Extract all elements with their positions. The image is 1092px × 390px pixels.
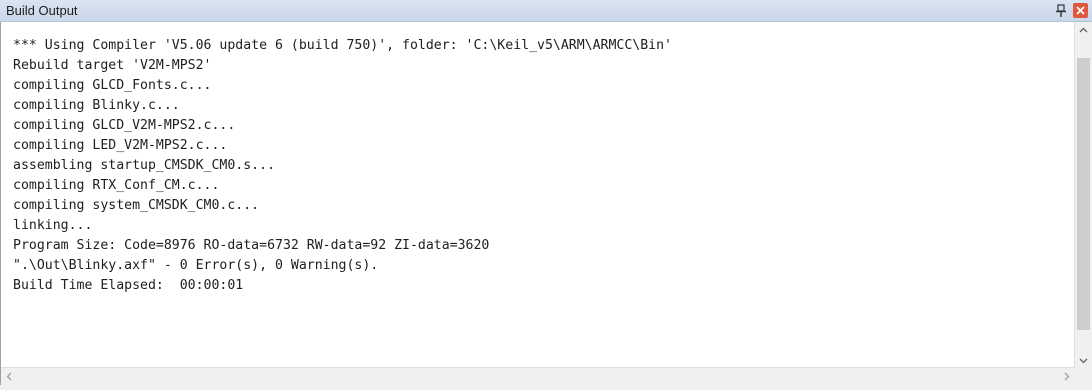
output-line: Program Size: Code=8976 RO-data=6732 RW-… bbox=[13, 238, 490, 253]
chevron-up-icon[interactable] bbox=[1075, 22, 1092, 39]
output-line: compiling system_CMSDK_CM0.c... bbox=[13, 198, 260, 213]
panel-title-bar[interactable]: Build Output bbox=[0, 0, 1092, 22]
output-line: ".\Out\Blinky.axf" - 0 Error(s), 0 Warni… bbox=[13, 258, 379, 273]
output-line: compiling Blinky.c... bbox=[13, 98, 180, 113]
output-line: compiling LED_V2M-MPS2.c... bbox=[13, 138, 228, 153]
close-icon[interactable] bbox=[1073, 3, 1088, 18]
build-output-panel: Build Output *** Using Compiler 'V5.06 u… bbox=[0, 0, 1092, 385]
vertical-scrollbar[interactable] bbox=[1074, 22, 1092, 369]
output-line: Build Time Elapsed: 00:00:01 bbox=[13, 278, 244, 293]
output-line: compiling GLCD_Fonts.c... bbox=[13, 78, 212, 93]
output-line: compiling GLCD_V2M-MPS2.c... bbox=[13, 118, 236, 133]
pin-icon[interactable] bbox=[1054, 3, 1068, 18]
scrollbar-corner bbox=[1075, 368, 1092, 385]
horizontal-scrollbar[interactable] bbox=[1, 367, 1075, 385]
panel-title: Build Output bbox=[6, 3, 78, 18]
chevron-left-icon[interactable] bbox=[1, 368, 18, 385]
chevron-down-icon[interactable] bbox=[1075, 352, 1092, 369]
output-line: assembling startup_CMSDK_CM0.s... bbox=[13, 158, 276, 173]
output-line: Rebuild target 'V2M-MPS2' bbox=[13, 58, 212, 73]
build-output-text-area[interactable]: *** Using Compiler 'V5.06 update 6 (buil… bbox=[0, 22, 1092, 385]
chevron-right-icon[interactable] bbox=[1058, 368, 1075, 385]
vertical-scroll-thumb[interactable] bbox=[1077, 58, 1090, 330]
output-line: *** Using Compiler 'V5.06 update 6 (buil… bbox=[13, 38, 672, 53]
output-lines: *** Using Compiler 'V5.06 update 6 (buil… bbox=[13, 36, 1064, 361]
output-line: compiling RTX_Conf_CM.c... bbox=[13, 178, 220, 193]
output-line: linking... bbox=[13, 218, 93, 233]
